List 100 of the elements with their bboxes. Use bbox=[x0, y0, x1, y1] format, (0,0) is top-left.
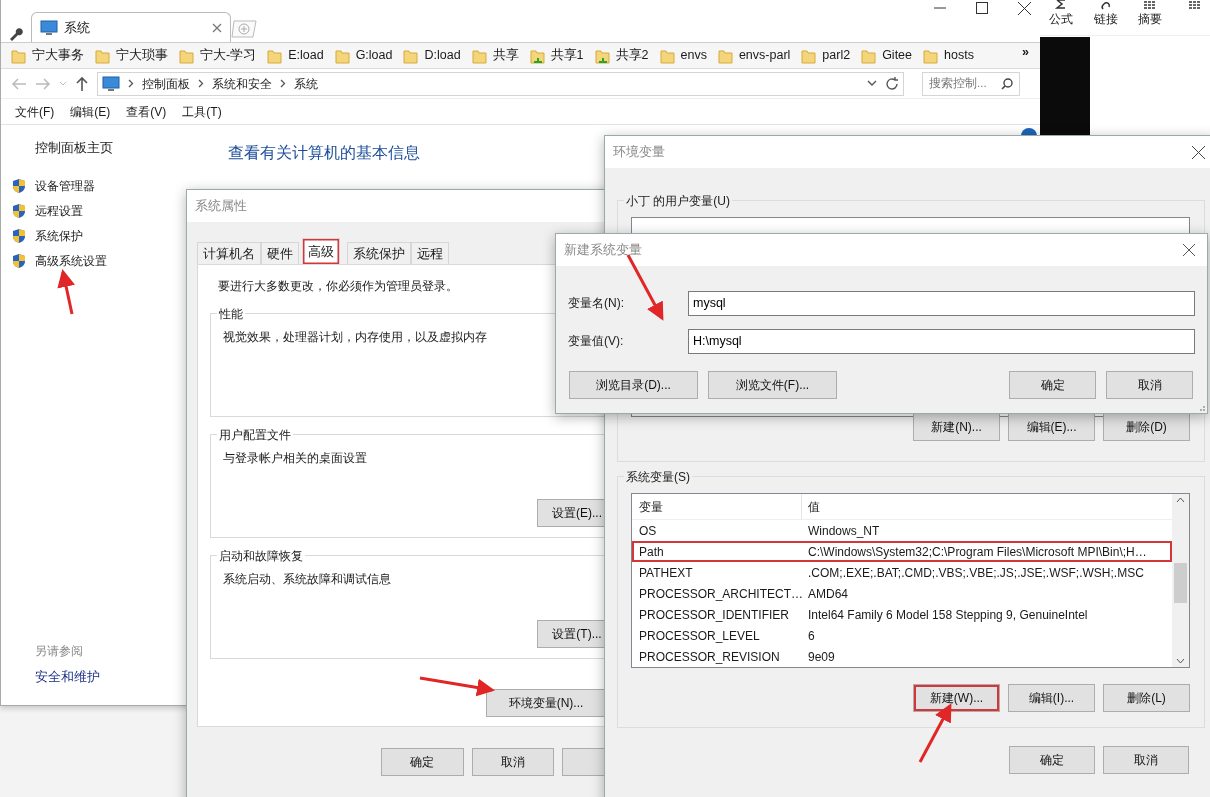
dialog-button[interactable]: 编辑(E)... bbox=[1008, 413, 1095, 441]
search-icon bbox=[1001, 77, 1013, 90]
group-title: 启动和故障恢复 bbox=[217, 547, 305, 565]
computer-icon bbox=[102, 75, 120, 92]
table-row[interactable]: OS Windows_NT bbox=[632, 520, 1172, 541]
table-row[interactable]: PATHEXT .COM;.EXE;.BAT;.CMD;.VBS;.VBE;.JS;.JSE;.WSF;.WSH;.MSC bbox=[632, 562, 1172, 583]
table-cell-text: 9e09 bbox=[807, 648, 835, 666]
folder-icon bbox=[801, 47, 817, 64]
tab[interactable]: 系统保护 bbox=[347, 242, 411, 264]
table-row[interactable]: Path C:\Windows\System32;C:\Program Files\Microsoft MPI\Bin\;H… bbox=[632, 541, 1172, 562]
sidebar-link[interactable]: 高级系统设置 bbox=[35, 252, 107, 271]
shield-icon bbox=[11, 228, 27, 245]
close-icon[interactable] bbox=[1018, 2, 1031, 15]
close-icon[interactable] bbox=[1192, 145, 1205, 159]
input-field[interactable]: H:\mysql bbox=[688, 328, 1195, 354]
group-title: 用户配置文件 bbox=[217, 426, 293, 444]
dialog-button[interactable]: 取消 bbox=[1106, 371, 1193, 399]
bookmark[interactable]: hosts bbox=[923, 46, 974, 65]
overflow-chevron[interactable]: » bbox=[1022, 43, 1029, 62]
notice-text: 要进行大多数更改，你必须作为管理员登录。 bbox=[218, 278, 458, 295]
dialog-button[interactable]: 删除(L) bbox=[1103, 684, 1190, 712]
maximize-icon[interactable] bbox=[976, 2, 988, 14]
dialog-button[interactable]: 新建(N)... bbox=[913, 413, 1000, 441]
dialog-button[interactable]: 确定 bbox=[1009, 371, 1096, 399]
shield-icon bbox=[11, 253, 27, 270]
menu-item[interactable]: 工具(T) bbox=[182, 102, 222, 121]
sidebar-link[interactable]: 系统保护 bbox=[35, 227, 83, 246]
folder-icon bbox=[923, 47, 939, 64]
browser-tab[interactable]: 系统 bbox=[31, 12, 231, 42]
dialog-button[interactable]: 确定 bbox=[1009, 746, 1095, 774]
bookmark[interactable]: 共享 bbox=[471, 46, 519, 65]
table-row[interactable]: PROCESSOR_REVISION 9e09 bbox=[632, 646, 1172, 667]
table-cell-text: C:\Windows\System32;C:\Program Files\Microsoft MPI\Bin\;H… bbox=[807, 543, 1147, 561]
menu-item[interactable]: 编辑(E) bbox=[70, 102, 111, 121]
dialog-button[interactable]: 取消 bbox=[1103, 746, 1189, 774]
dialog-button[interactable]: 编辑(I)... bbox=[1008, 684, 1095, 712]
table-cell-text: Windows_NT bbox=[807, 522, 880, 540]
dialog-button[interactable]: 确定 bbox=[381, 748, 464, 776]
bookmark[interactable]: G:load bbox=[334, 46, 393, 65]
toolbar-button[interactable]: 公式 bbox=[1046, 0, 1077, 35]
bookmark[interactable]: parl2 bbox=[801, 46, 851, 65]
browse-button[interactable]: 浏览目录(D)... bbox=[569, 371, 698, 399]
scrollbar[interactable] bbox=[1172, 494, 1189, 667]
table-cell-text: PROCESSOR_REVISION bbox=[638, 648, 781, 666]
tab[interactable]: 高级 bbox=[302, 238, 340, 264]
bookmark[interactable]: Gitee bbox=[861, 46, 913, 65]
group-description: 视觉效果，处理器计划，内存使用，以及虚拟内存 bbox=[223, 329, 487, 346]
dialog-button[interactable]: 取消 bbox=[471, 748, 555, 776]
refresh-icon[interactable] bbox=[885, 76, 899, 91]
dropdown-icon[interactable] bbox=[867, 80, 877, 87]
annotation-arrow bbox=[626, 254, 664, 321]
menu-item[interactable]: 文件(F) bbox=[15, 102, 55, 121]
bookmark[interactable]: E:load bbox=[267, 46, 324, 65]
toolbar-button[interactable]: 链接 bbox=[1090, 0, 1121, 35]
field-label: 变量值(V): bbox=[568, 333, 625, 350]
tab[interactable]: 远程 bbox=[411, 242, 449, 264]
bookmark[interactable]: 宁大事务 bbox=[11, 46, 84, 65]
up-icon[interactable] bbox=[75, 75, 89, 92]
close-icon[interactable] bbox=[1183, 244, 1195, 256]
column-header: 变量 bbox=[632, 494, 802, 519]
table-row[interactable]: PROCESSOR_IDENTIFIER Intel64 Family 6 Model 158 Stepping 9, GenuineIntel bbox=[632, 604, 1172, 625]
folder-icon bbox=[659, 47, 675, 64]
menu-item[interactable]: 查看(V) bbox=[126, 102, 167, 121]
table-row[interactable]: PROCESSOR_LEVEL 6 bbox=[632, 625, 1172, 646]
bookmark[interactable]: envs-parl bbox=[717, 46, 791, 65]
table-cell-text: Intel64 Family 6 Model 158 Stepping 9, GenuineIntel bbox=[807, 606, 1088, 624]
sidebar-link[interactable]: 远程设置 bbox=[35, 202, 83, 221]
folder-icon bbox=[717, 47, 733, 64]
shield-icon bbox=[11, 203, 27, 220]
breadcrumb[interactable]: 控制面板 bbox=[142, 74, 190, 93]
folder-icon bbox=[334, 47, 350, 64]
tab[interactable]: 计算机名 bbox=[197, 242, 261, 264]
environment-variables-button[interactable]: 环境变量(N)... bbox=[486, 689, 606, 717]
scrollbar-thumb[interactable] bbox=[1174, 563, 1187, 603]
bookmark[interactable]: D:load bbox=[403, 46, 461, 65]
bookmark[interactable]: envs bbox=[659, 46, 707, 65]
breadcrumb[interactable]: 系统和安全 bbox=[212, 74, 272, 93]
bookmark[interactable]: 共享1 bbox=[529, 46, 584, 65]
bookmark[interactable]: 共享2 bbox=[594, 46, 649, 65]
address-bar[interactable]: 控制面板 系统和安全 系统 bbox=[97, 71, 904, 96]
folder-icon bbox=[179, 47, 194, 64]
breadcrumb[interactable]: 系统 bbox=[294, 74, 318, 93]
browse-button[interactable]: 浏览文件(F)... bbox=[708, 371, 837, 399]
search-field[interactable]: 搜索控制... bbox=[922, 71, 1020, 96]
up-icon bbox=[1176, 497, 1185, 503]
input-field[interactable]: mysql bbox=[688, 290, 1195, 316]
tab[interactable]: 硬件 bbox=[261, 242, 299, 264]
bookmark[interactable]: 宁大-学习 bbox=[179, 46, 257, 65]
table-row[interactable]: PROCESSOR_ARCHITECT… AMD64 bbox=[632, 583, 1172, 604]
bookmark[interactable]: 宁大琐事 bbox=[95, 46, 168, 65]
down-icon bbox=[1176, 658, 1185, 664]
folder-icon bbox=[95, 47, 110, 64]
sidebar-link[interactable]: 设备管理器 bbox=[35, 177, 95, 196]
dialog-button[interactable]: 新建(W)... bbox=[913, 684, 1000, 712]
annotation-arrow bbox=[57, 269, 75, 315]
folder-icon bbox=[861, 47, 877, 64]
toolbar-button[interactable]: 摘要 bbox=[1135, 0, 1166, 35]
annotation-arrow bbox=[918, 703, 952, 763]
sidebar-link[interactable]: 控制面板主页 bbox=[11, 139, 221, 158]
dialog-button[interactable]: 删除(D) bbox=[1103, 413, 1190, 441]
